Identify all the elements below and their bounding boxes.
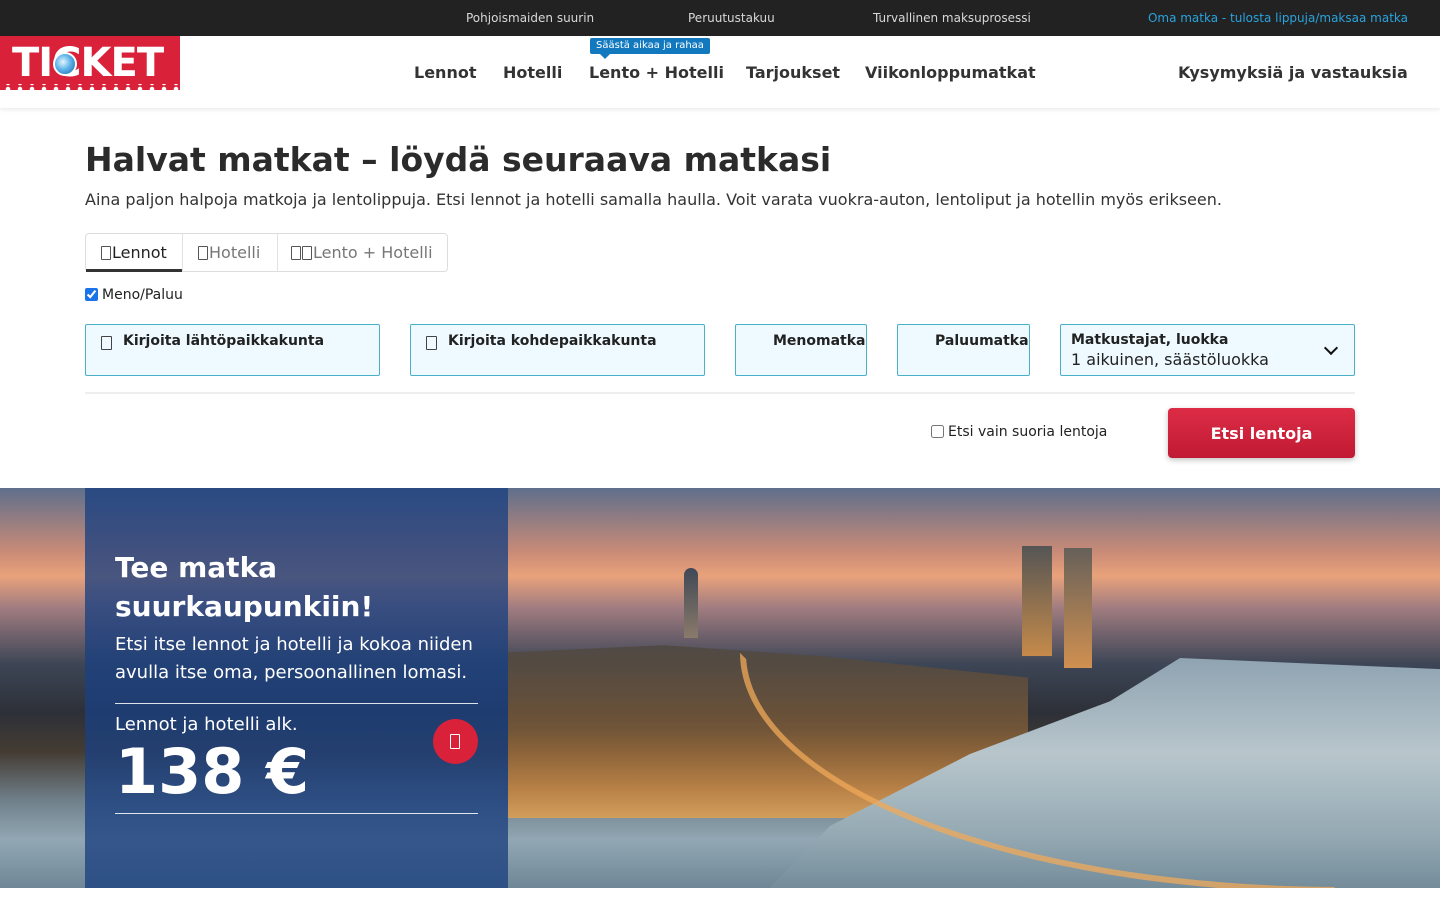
search-tabs: Lennot Hotelli Lento + Hotelli [85, 233, 448, 272]
search-divider [85, 392, 1355, 394]
nav-flight-hotel[interactable]: Lento + Hotelli [589, 63, 724, 82]
return-date-field[interactable]: Paluumatka [897, 324, 1030, 376]
usp-secure-payment: Turvallinen maksuprosessi [873, 11, 1031, 25]
tab-flight-hotel[interactable]: Lento + Hotelli [277, 234, 448, 272]
site-header: TICKET Säästä aikaa ja rahaa Lennot Hote… [0, 36, 1440, 108]
banner-tower-image [684, 568, 698, 638]
globe-icon [53, 52, 77, 76]
promo-price: 138 € [115, 735, 310, 808]
nav-offers[interactable]: Tarjoukset [746, 63, 840, 82]
usp-largest: Pohjoismaiden suurin [466, 11, 595, 25]
promo-title: Tee matka suurkaupunkiin! [115, 551, 374, 623]
tab-flights[interactable]: Lennot [86, 234, 182, 272]
direct-flights-label: Etsi vain suoria lentoja [948, 424, 1108, 440]
tab-hotel-label: Hotelli [209, 243, 261, 262]
departure-date-label: Menomatka [773, 333, 866, 349]
origin-field[interactable]: Kirjoita lähtöpaikkakunta [85, 324, 380, 376]
plane-takeoff-icon [101, 336, 112, 350]
plane-landing-icon [426, 336, 437, 350]
nav-flights[interactable]: Lennot [414, 63, 476, 82]
tab-hotel[interactable]: Hotelli [182, 234, 277, 272]
usp-cancellation: Peruutustakuu [688, 11, 775, 25]
plane-icon [101, 246, 111, 260]
logo-perforation [0, 84, 180, 90]
page-intro: Aina paljon halpoja matkoja ja lentolipp… [85, 190, 1222, 209]
bed-icon [302, 246, 312, 260]
nav-faq[interactable]: Kysymyksiä ja vastauksia [1178, 63, 1408, 82]
roundtrip-checkbox[interactable] [85, 288, 98, 301]
roundtrip-label: Meno/Paluu [102, 287, 183, 303]
bed-icon [198, 246, 208, 260]
arrow-right-icon[interactable] [433, 719, 478, 764]
origin-label: Kirjoita lähtöpaikkakunta [123, 333, 325, 349]
tab-flight-hotel-label: Lento + Hotelli [313, 243, 433, 262]
promo-divider [115, 703, 478, 704]
page-title: Halvat matkat – löydä seuraava matkasi [85, 140, 832, 179]
passengers-label: Matkustajat, luokka [1071, 332, 1229, 348]
plane-icon [291, 246, 301, 260]
chevron-down-icon [1323, 340, 1339, 356]
tab-flights-label: Lennot [112, 243, 167, 262]
search-flights-button[interactable]: Etsi lentoja [1168, 408, 1355, 458]
roundtrip-option[interactable]: Meno/Paluu [85, 287, 183, 303]
top-bar: Pohjoismaiden suurin Peruutustakuu Turva… [0, 0, 1440, 36]
promo-divider [115, 813, 478, 814]
destination-label: Kirjoita kohdepaikkakunta [448, 333, 657, 349]
promo-price-prefix: Lennot ja hotelli alk. [115, 714, 298, 735]
destination-field[interactable]: Kirjoita kohdepaikkakunta [410, 324, 705, 376]
logo-text: TICKET [12, 40, 164, 86]
my-trip-link[interactable]: Oma matka - tulosta lippuja/maksaa matka [1148, 11, 1408, 25]
direct-flights-option[interactable]: Etsi vain suoria lentoja [931, 424, 1107, 440]
promo-panel[interactable]: Tee matka suurkaupunkiin! Etsi itse lenn… [85, 488, 508, 888]
direct-flights-checkbox[interactable] [931, 425, 944, 438]
promo-text: Etsi itse lennot ja hotelli ja kokoa nii… [115, 634, 473, 683]
return-date-label: Paluumatka [935, 333, 1029, 349]
nav-weekend-trips[interactable]: Viikonloppumatkat [865, 63, 1036, 82]
ticket-logo[interactable]: TICKET [0, 36, 180, 90]
nav-badge-save: Säästä aikaa ja rahaa [590, 38, 710, 59]
promo-banner: Tee matka suurkaupunkiin! Etsi itse lenn… [0, 488, 1440, 888]
passengers-class-select[interactable]: Matkustajat, luokka 1 aikuinen, säästölu… [1060, 324, 1355, 376]
departure-date-field[interactable]: Menomatka [735, 324, 867, 376]
banner-tower-image [1022, 546, 1052, 656]
passengers-value: 1 aikuinen, säästöluokka [1071, 350, 1269, 369]
banner-tower-image [1064, 548, 1092, 668]
nav-hotel[interactable]: Hotelli [503, 63, 562, 82]
